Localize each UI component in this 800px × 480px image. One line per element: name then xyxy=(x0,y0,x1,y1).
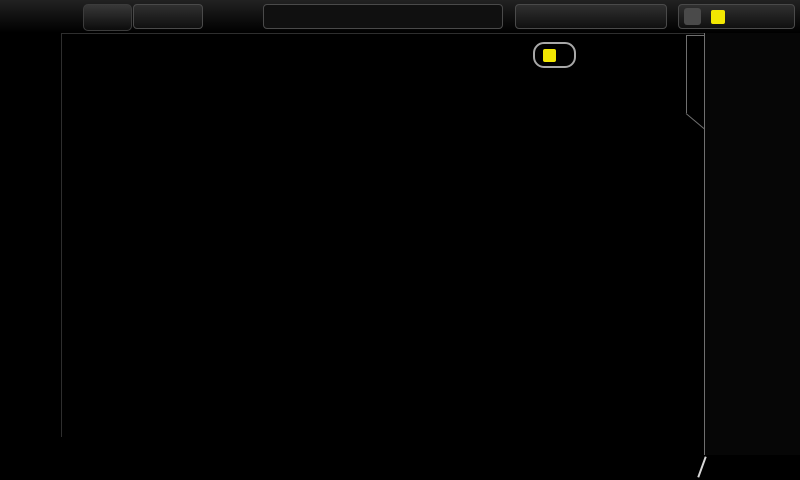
run-stop-status[interactable] xyxy=(83,4,132,31)
freq-counter-channel-badge xyxy=(543,49,556,62)
frequency-counter xyxy=(533,42,576,68)
left-menu-title xyxy=(0,33,61,39)
memory-window-indicator xyxy=(264,5,502,28)
trigger-label xyxy=(684,8,701,25)
top-bar xyxy=(0,0,800,34)
right-menu xyxy=(704,33,800,455)
horizontal-timebase xyxy=(133,4,203,29)
oscilloscope-screen xyxy=(0,0,800,480)
waveform-grid xyxy=(64,35,690,437)
waveform-display xyxy=(64,35,690,437)
menu-tab-save xyxy=(686,35,704,113)
trigger-source-badge xyxy=(711,10,725,24)
waveform-position-bar[interactable] xyxy=(263,4,503,29)
divider xyxy=(697,456,706,477)
horizontal-delay xyxy=(515,4,667,29)
trigger-level-marker[interactable] xyxy=(686,250,700,263)
channel-status-bar xyxy=(0,455,800,480)
left-menu xyxy=(0,33,62,437)
trigger-info xyxy=(678,4,795,29)
